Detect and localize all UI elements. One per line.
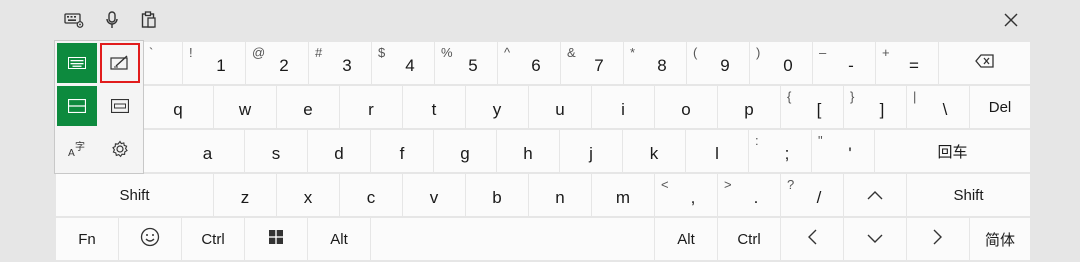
key-arrow-down[interactable] [844, 218, 906, 260]
key-windows[interactable] [245, 218, 307, 260]
key-left-bracket[interactable]: {[ [781, 86, 843, 128]
key-s[interactable]: s [245, 130, 307, 172]
key-6[interactable]: ^ 6 [498, 42, 560, 84]
key-arrow-right[interactable] [907, 218, 969, 260]
microphone-icon[interactable] [102, 10, 122, 30]
keyboard-row-numbers: ` ! 1 @2 #3 $4 % 5 ^ 6 & 7 * 8 (9 ) 0 – - + = [56, 42, 1030, 84]
key-8[interactable]: * 8 [624, 42, 686, 84]
key-backspace[interactable] [939, 42, 1030, 84]
keyboard: ` ! 1 @2 #3 $4 % 5 ^ 6 & 7 * 8 (9 ) 0 – - + = q … [56, 42, 1030, 262]
key-alt-left[interactable]: Alt [308, 218, 370, 260]
key-p[interactable]: p [718, 86, 780, 128]
key-e[interactable]: e [277, 86, 339, 128]
key-arrow-up[interactable] [844, 174, 906, 216]
keyboard-row-shift: Shift z x c v b n m <, >. ? / Shift [56, 174, 1030, 216]
key-backslash[interactable]: | \ [907, 86, 969, 128]
svg-text:A: A [68, 148, 75, 158]
svg-text:字: 字 [75, 140, 85, 153]
key-u[interactable]: u [529, 86, 591, 128]
key-arrow-left[interactable] [781, 218, 843, 260]
key-0[interactable]: ) 0 [750, 42, 812, 84]
key-3[interactable]: #3 [309, 42, 371, 84]
arrow-right-icon [933, 229, 943, 250]
keyboard-layout-split-icon[interactable] [57, 86, 97, 126]
keyboard-toolbar [0, 0, 1080, 40]
key-backtick[interactable]: ` [143, 42, 182, 84]
key-q[interactable]: q [143, 86, 213, 128]
key-y[interactable]: y [466, 86, 528, 128]
key-ctrl-right[interactable]: Ctrl [718, 218, 780, 260]
key-period[interactable]: >. [718, 174, 780, 216]
key-right-bracket[interactable]: }] [844, 86, 906, 128]
key-shift-left[interactable]: Shift [56, 174, 213, 216]
emoji-icon [140, 227, 160, 252]
keyboard-layout-popup: A字 [55, 41, 143, 173]
keyboard-row-qwerty: q w e r t y u i o p {[ }] | \ Del [56, 86, 1030, 128]
handwriting-icon[interactable] [100, 43, 140, 83]
key-quote[interactable]: " ' [812, 130, 874, 172]
key-emoji[interactable] [119, 218, 181, 260]
ime-mode-icon[interactable]: A字 [57, 129, 97, 169]
key-b[interactable]: b [466, 174, 528, 216]
key-n[interactable]: n [529, 174, 591, 216]
key-4[interactable]: $4 [372, 42, 434, 84]
key-l[interactable]: l [686, 130, 748, 172]
backspace-icon [974, 53, 995, 73]
key-t[interactable]: t [403, 86, 465, 128]
arrow-left-icon [807, 229, 817, 250]
key-equals[interactable]: + = [876, 42, 938, 84]
key-del[interactable]: Del [970, 86, 1030, 128]
windows-icon [269, 229, 283, 249]
key-enter[interactable]: 回车 [875, 130, 1030, 172]
key-2[interactable]: @2 [246, 42, 308, 84]
settings-gear-icon[interactable] [100, 129, 140, 169]
key-o[interactable]: o [655, 86, 717, 128]
key-space[interactable] [371, 218, 654, 260]
key-c[interactable]: c [340, 174, 402, 216]
key-slash[interactable]: ? / [781, 174, 843, 216]
key-fn[interactable]: Fn [56, 218, 118, 260]
key-x[interactable]: x [277, 174, 339, 216]
key-w[interactable]: w [214, 86, 276, 128]
key-m[interactable]: m [592, 174, 654, 216]
key-d[interactable]: d [308, 130, 370, 172]
key-a[interactable]: a [143, 130, 244, 172]
key-r[interactable]: r [340, 86, 402, 128]
key-h[interactable]: h [497, 130, 559, 172]
key-k[interactable]: k [623, 130, 685, 172]
clipboard-icon[interactable] [139, 10, 159, 30]
key-7[interactable]: & 7 [561, 42, 623, 84]
key-minus[interactable]: – - [813, 42, 875, 84]
key-f[interactable]: f [371, 130, 433, 172]
keyboard-row-bottom: Fn Ctrl Alt Alt Ctrl 简体 [56, 218, 1030, 260]
keyboard-row-home: a s d f g h j k l :; " ' 回车 [56, 130, 1030, 172]
arrow-up-icon [867, 185, 883, 205]
key-9[interactable]: (9 [687, 42, 749, 84]
key-v[interactable]: v [403, 174, 465, 216]
keyboard-layout-default-icon[interactable] [57, 43, 97, 83]
key-alt-right[interactable]: Alt [655, 218, 717, 260]
key-5[interactable]: % 5 [435, 42, 497, 84]
key-j[interactable]: j [560, 130, 622, 172]
close-icon[interactable] [1002, 11, 1020, 29]
key-shift-right[interactable]: Shift [907, 174, 1030, 216]
key-z[interactable]: z [214, 174, 276, 216]
key-i[interactable]: i [592, 86, 654, 128]
arrow-down-icon [867, 229, 883, 249]
key-1[interactable]: ! 1 [183, 42, 245, 84]
keyboard-layout-compact-icon[interactable] [100, 86, 140, 126]
key-language[interactable]: 简体 [970, 218, 1030, 260]
key-ctrl-left[interactable]: Ctrl [182, 218, 244, 260]
key-semicolon[interactable]: :; [749, 130, 811, 172]
key-g[interactable]: g [434, 130, 496, 172]
key-comma[interactable]: <, [655, 174, 717, 216]
keyboard-settings-icon[interactable] [64, 10, 84, 30]
